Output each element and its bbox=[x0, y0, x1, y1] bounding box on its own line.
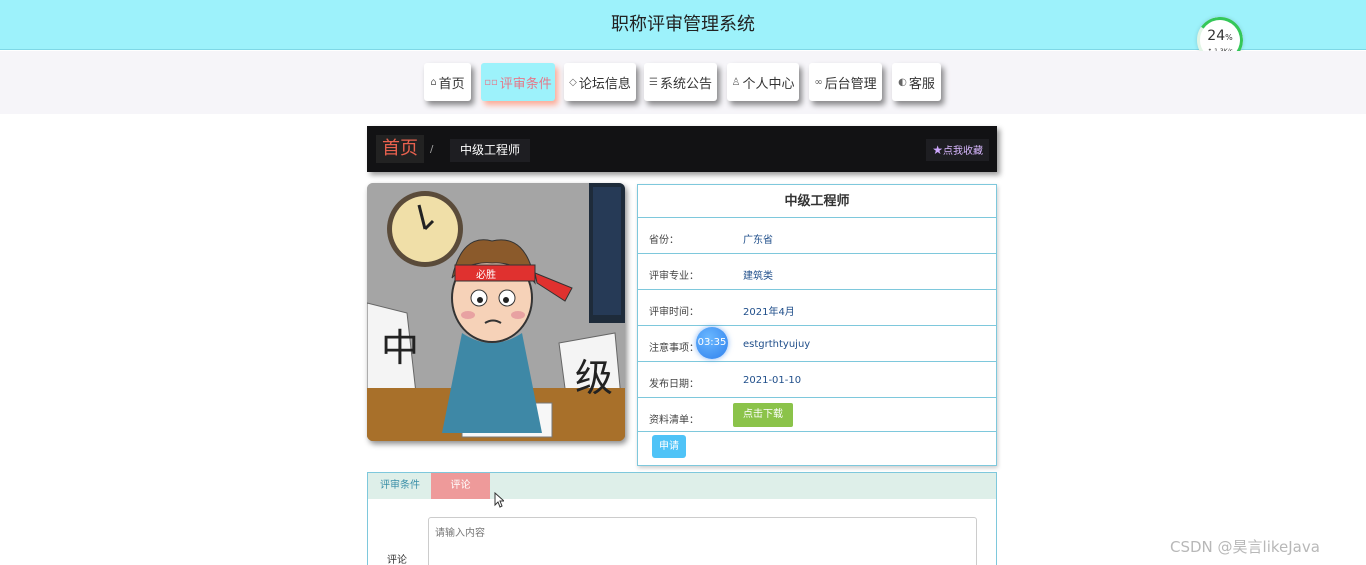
nav-item-support[interactable]: ◐ 客服 bbox=[892, 63, 941, 101]
tag-icon: ◇ bbox=[569, 76, 577, 88]
user-icon: ♙ bbox=[731, 76, 741, 88]
detail-row-materials: 资料清单： 点击下载 bbox=[638, 398, 996, 432]
detail-label: 注意事项： bbox=[649, 343, 699, 354]
item-image: 中 级 必胜 bbox=[367, 183, 625, 441]
tab-strip: 评审条件 评论 bbox=[368, 473, 996, 499]
speed-percent: 24% bbox=[1207, 28, 1233, 44]
download-button[interactable]: 点击下载 bbox=[733, 403, 793, 427]
mouse-cursor-icon bbox=[494, 492, 504, 508]
apply-button[interactable]: 申请 bbox=[652, 435, 686, 458]
nav-item-label: 评审条件 bbox=[499, 76, 552, 92]
detail-label: 资料清单： bbox=[649, 415, 699, 426]
detail-row-review-time: 评审时间： 2021年4月 bbox=[638, 290, 996, 326]
tabs-panel: 评审条件 评论 评论 请输入内容 bbox=[367, 472, 997, 565]
main-nav: ⌂ 首页 ▫▫ 评审条件 ◇ 论坛信息 ☰ 系统公告 ♙ 个人中心 ∞ 后台管理… bbox=[0, 51, 1366, 114]
detail-value: 建筑类 bbox=[743, 271, 773, 282]
detail-panel: 中级工程师 省份： 广东省 评审专业： 建筑类 评审时间： 2021年4月 注意… bbox=[637, 184, 997, 466]
detail-value: 2021-01-10 bbox=[743, 375, 802, 386]
site-title: 职称评审管理系统 bbox=[611, 14, 755, 35]
comment-input[interactable]: 请输入内容 bbox=[428, 517, 977, 565]
tab-review-conditions[interactable]: 评审条件 bbox=[368, 473, 432, 499]
detail-label: 省份： bbox=[649, 235, 679, 246]
hero-word-bisheng: 必胜 bbox=[476, 268, 496, 281]
watermark: CSDN @昊言likeJava bbox=[1170, 538, 1320, 556]
breadcrumb-home-link[interactable]: 首页 bbox=[376, 135, 424, 163]
nav-item-home[interactable]: ⌂ 首页 bbox=[424, 63, 471, 101]
detail-value: 广东省 bbox=[743, 235, 773, 246]
favorite-button[interactable]: ★点我收藏 bbox=[926, 139, 989, 161]
detail-row-notes: 注意事项： estgrthtyujuy bbox=[638, 326, 996, 362]
breadcrumb-current: 中级工程师 bbox=[450, 139, 531, 162]
nav-item-label: 个人中心 bbox=[742, 76, 795, 92]
grid-icon: ▫▫ bbox=[484, 76, 498, 88]
nav-item-label: 系统公告 bbox=[659, 76, 712, 92]
timer-badge[interactable]: 03:35 bbox=[696, 327, 728, 359]
detail-title: 中级工程师 bbox=[638, 185, 996, 218]
engineer-illustration: 中 级 必胜 bbox=[367, 183, 625, 441]
hero-word-zhong: 中 bbox=[381, 326, 419, 370]
notice-icon: ☰ bbox=[649, 76, 658, 88]
nav-item-review-conditions[interactable]: ▫▫ 评审条件 bbox=[481, 63, 555, 101]
nav-item-label: 后台管理 bbox=[824, 76, 877, 92]
nav-item-label: 客服 bbox=[908, 76, 935, 92]
link-icon: ∞ bbox=[814, 76, 823, 88]
nav-item-profile[interactable]: ♙ 个人中心 bbox=[727, 63, 799, 101]
home-icon: ⌂ bbox=[430, 76, 437, 88]
nav-item-admin[interactable]: ∞ 后台管理 bbox=[809, 63, 882, 101]
detail-label: 评审时间： bbox=[649, 307, 699, 318]
nav-item-label: 首页 bbox=[438, 76, 465, 92]
support-icon: ◐ bbox=[898, 76, 907, 88]
nav-item-label: 论坛信息 bbox=[578, 76, 631, 92]
detail-value: 2021年4月 bbox=[743, 307, 795, 318]
detail-row-major: 评审专业： 建筑类 bbox=[638, 254, 996, 290]
detail-row-publish-date: 发布日期： 2021-01-10 bbox=[638, 362, 996, 398]
breadcrumb: 首页 / 中级工程师 ★点我收藏 bbox=[367, 126, 997, 172]
nav-item-announcements[interactable]: ☰ 系统公告 bbox=[644, 63, 717, 101]
detail-row-province: 省份： 广东省 bbox=[638, 218, 996, 254]
tab-comment[interactable]: 评论 bbox=[431, 473, 490, 499]
detail-value: estgrthtyujuy bbox=[743, 339, 811, 350]
hero-word-ji: 级 bbox=[575, 356, 613, 400]
comment-label: 评论 bbox=[387, 555, 407, 565]
nav-item-forum[interactable]: ◇ 论坛信息 bbox=[564, 63, 636, 101]
detail-label: 发布日期： bbox=[649, 379, 699, 390]
header-bar: 职称评审管理系统 24% ↑ 1.3K/s bbox=[0, 0, 1366, 63]
favorite-label: 点我收藏 bbox=[943, 146, 983, 157]
star-icon: ★ bbox=[932, 143, 943, 157]
breadcrumb-separator: / bbox=[430, 144, 434, 155]
detail-label: 评审专业： bbox=[649, 271, 699, 282]
